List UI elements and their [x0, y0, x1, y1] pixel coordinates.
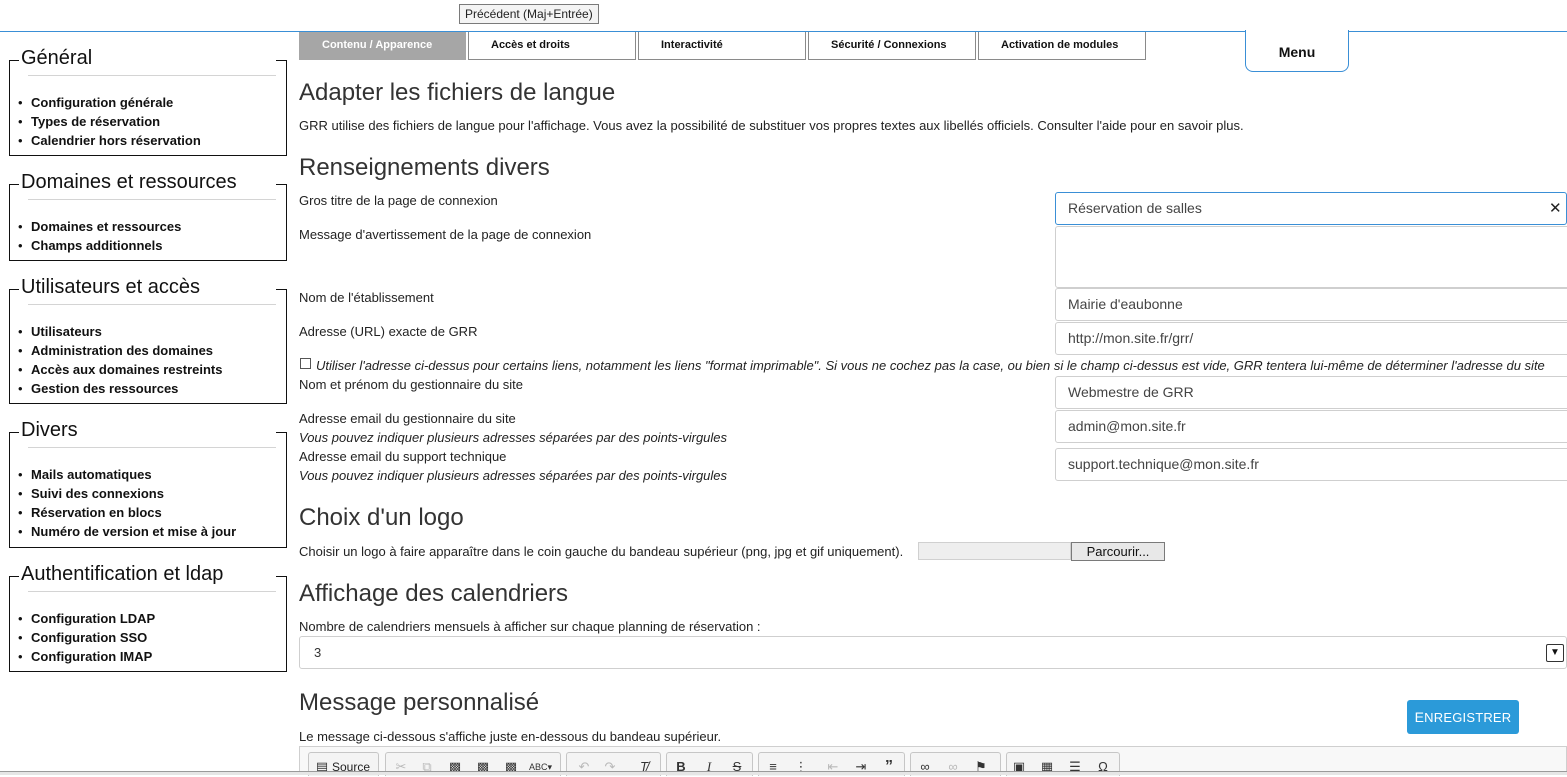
clear-icon[interactable]: ✕: [1549, 199, 1562, 217]
sidebar-section-authentification: Authentification et ldap • Configuration …: [9, 562, 287, 672]
sidebar-item-configuration-imap[interactable]: • Configuration IMAP: [18, 647, 155, 666]
org-name-input[interactable]: Mairie d'eaubonne: [1055, 288, 1567, 321]
sidebar-item-utilisateurs[interactable]: • Utilisateurs: [18, 322, 222, 341]
sidebar-item-champs-additionnels[interactable]: • Champs additionnels: [18, 236, 181, 255]
calendars-count-value: 3: [314, 645, 322, 660]
bottom-scroll-strip: [0, 771, 1567, 775]
support-email-input[interactable]: support.technique@mon.site.fr: [1055, 448, 1567, 481]
warning-message-label: Message d'avertissement de la page de co…: [299, 227, 592, 242]
sidebar-item-suivi-connexions[interactable]: • Suivi des connexions: [18, 484, 236, 503]
langue-description: GRR utilise des fichiers de langue pour …: [299, 118, 1244, 133]
sidebar-section-title: Utilisateurs et accès: [19, 275, 202, 299]
sidebar-item-configuration-sso[interactable]: • Configuration SSO: [18, 628, 155, 647]
menu-button[interactable]: Menu: [1245, 30, 1349, 72]
org-name-label: Nom de l'établissement: [299, 290, 434, 305]
big-title-input[interactable]: Réservation de salles: [1055, 192, 1567, 225]
sidebar-section-divers: Divers • Mails automatiques • Suivi des co…: [9, 418, 287, 548]
admin-email-hint: Vous pouvez indiquer plusieurs adresses …: [299, 430, 728, 445]
big-title-label: Gros titre de la page de connexion: [299, 193, 498, 208]
tab-contenu-apparence[interactable]: Contenu / Apparence: [299, 32, 466, 60]
sidebar-item-numero-version[interactable]: • Numéro de version et mise à jour: [18, 522, 236, 541]
sidebar-section-utilisateurs: Utilisateurs et accès • Utilisateurs • Adm…: [9, 275, 287, 404]
logo-label: Choisir un logo à faire apparaître dans …: [299, 544, 904, 559]
grr-url-label: Adresse (URL) exacte de GRR: [299, 324, 478, 339]
sidebar-section-title: Domaines et ressources: [19, 170, 239, 194]
webmaster-label: Nom et prénom du gestionnaire du site: [299, 377, 524, 392]
tab-activation-modules[interactable]: Activation de modules: [978, 32, 1146, 60]
sidebar-item-reservation-blocs[interactable]: • Réservation en blocs: [18, 503, 236, 522]
tab-acces-droits[interactable]: Accès et droits: [468, 32, 636, 60]
section-title-langue: Adapter les fichiers de langue: [299, 79, 616, 106]
sidebar-item-configuration-generale[interactable]: • Configuration générale: [18, 93, 201, 112]
section-title-logo: Choix d'un logo: [299, 504, 464, 531]
section-title-message: Message personnalisé: [299, 689, 540, 716]
support-email-hint: Vous pouvez indiquer plusieurs adresses …: [299, 468, 728, 483]
tab-interactivite[interactable]: Interactivité: [638, 32, 806, 60]
sidebar-item-gestion-ressources[interactable]: • Gestion des ressources: [18, 379, 222, 398]
sidebar-section-domaines: Domaines et ressources • Domaines et ress…: [9, 170, 287, 261]
sidebar-item-administration-domaines[interactable]: • Administration des domaines: [18, 341, 222, 360]
sidebar-section-title: Général: [19, 46, 95, 70]
use-url-checkbox[interactable]: [300, 358, 311, 369]
support-email-label: Adresse email du support technique: [299, 449, 507, 464]
use-url-checkbox-label: Utiliser l'adresse ci-dessus pour certai…: [316, 358, 1545, 373]
logo-file-field[interactable]: [918, 542, 1071, 560]
sidebar-section-title: Divers: [19, 418, 80, 442]
sidebar-section-title: Authentification et ldap: [19, 562, 226, 586]
chevron-down-icon[interactable]: ▼: [1546, 644, 1564, 662]
admin-email-label: Adresse email du gestionnaire du site: [299, 411, 516, 426]
grr-url-input[interactable]: http://mon.site.fr/grr/: [1055, 322, 1567, 355]
tab-securite-connexions[interactable]: Sécurité / Connexions: [808, 32, 976, 60]
save-button[interactable]: ENREGISTRER: [1407, 700, 1519, 734]
calendars-count-select[interactable]: 3 ▼: [299, 636, 1567, 669]
sidebar-item-acces-domaines-restreints[interactable]: • Accès aux domaines restreints: [18, 360, 222, 379]
back-tooltip: Précédent (Maj+Entrée): [459, 4, 599, 24]
calendars-count-label: Nombre de calendriers mensuels à affiche…: [299, 619, 761, 634]
sidebar-item-mails-automatiques[interactable]: • Mails automatiques: [18, 465, 236, 484]
sidebar-item-domaines-ressources[interactable]: • Domaines et ressources: [18, 217, 181, 236]
sidebar-section-general: Général • Configuration générale • Types d…: [9, 46, 287, 156]
section-title-renseignements: Renseignements divers: [299, 154, 550, 181]
message-description: Le message ci-dessous s'affiche juste en…: [299, 729, 722, 744]
browse-button[interactable]: Parcourir...: [1071, 542, 1165, 561]
sidebar-item-calendrier-hors-reservation[interactable]: • Calendrier hors réservation: [18, 131, 201, 150]
warning-message-textarea[interactable]: [1055, 226, 1567, 288]
sidebar-item-types-reservation[interactable]: • Types de réservation: [18, 112, 201, 131]
sidebar-item-configuration-ldap[interactable]: • Configuration LDAP: [18, 609, 155, 628]
admin-email-input[interactable]: admin@mon.site.fr: [1055, 410, 1567, 443]
webmaster-input[interactable]: Webmestre de GRR: [1055, 376, 1567, 409]
section-title-calendriers: Affichage des calendriers: [299, 580, 569, 607]
